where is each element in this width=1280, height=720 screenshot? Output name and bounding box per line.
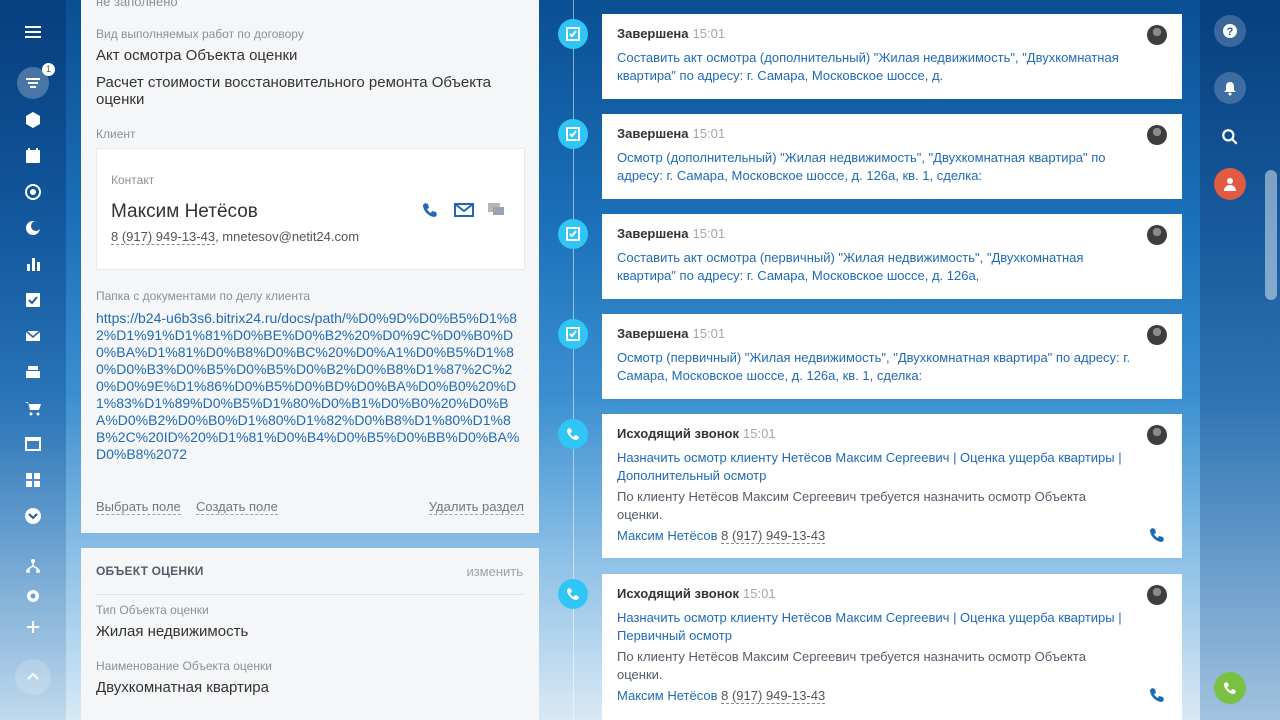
contact-name[interactable]: Максим Нетёсов	[111, 201, 258, 223]
menu-icon[interactable]	[21, 20, 45, 44]
item-contact: Максим Нетёсов 8 (917) 949-13-43	[617, 528, 826, 544]
notification-badge: 1	[41, 63, 55, 76]
contact-phone[interactable]: 8 (917) 949-13-43	[721, 528, 826, 544]
task-done-icon	[558, 219, 588, 249]
call-icon	[558, 419, 588, 449]
object-name-label: Наименование Объекта оценки	[96, 659, 272, 673]
phone-icon[interactable]	[1148, 526, 1166, 544]
call-icon[interactable]	[421, 201, 439, 219]
arrow-up-icon[interactable]	[15, 659, 51, 695]
avatar[interactable]	[1147, 425, 1167, 445]
checkbox-icon[interactable]	[21, 288, 45, 312]
contact-link[interactable]: Максим Нетёсов	[617, 528, 718, 543]
left-sidebar: 1	[0, 0, 66, 720]
divider	[96, 594, 524, 595]
timeline-item: Завершена 15:01 Осмотр (первичный) "Жилая…	[602, 314, 1182, 399]
timeline-item: Исходящий звонок 15:01 Назначить осмотр к…	[602, 414, 1182, 558]
client-label: Клиент	[96, 127, 136, 141]
contact-label: Контакт	[111, 173, 155, 187]
grid-icon[interactable]	[21, 468, 45, 492]
item-contact: Максим Нетёсов 8 (917) 949-13-43	[617, 688, 826, 704]
object-type-value: Жилая недвижимость	[96, 623, 249, 640]
inbox-icon[interactable]	[21, 360, 45, 384]
delete-section-button[interactable]: Удалить раздел	[428, 499, 524, 515]
item-title-link[interactable]: Составить акт осмотра (первичный) "Жилая…	[617, 249, 1137, 285]
item-description: По клиенту Нетёсов Максим Сергеевич треб…	[617, 489, 1086, 522]
target-icon[interactable]	[21, 180, 45, 204]
mail-icon[interactable]	[21, 324, 45, 348]
calendar-icon[interactable]	[21, 144, 45, 168]
item-description: По клиенту Нетёсов Максим Сергеевич треб…	[617, 649, 1086, 682]
gear-icon[interactable]	[21, 584, 45, 608]
avatar[interactable]	[1147, 125, 1167, 145]
phone-call-icon[interactable]	[1214, 672, 1246, 704]
create-field-button[interactable]: Создать поле	[196, 499, 278, 515]
item-title-link[interactable]: Осмотр (дополнительный) "Жилая недвижимо…	[617, 149, 1137, 185]
contact-card: Контакт Максим Нетёсов 8 (917) 949-13-43…	[96, 148, 525, 270]
chat-icon[interactable]	[487, 202, 505, 218]
chevron-down-icon[interactable]	[21, 504, 45, 528]
section-edit-button[interactable]: изменить	[466, 564, 523, 579]
contact-details: 8 (917) 949-13-43, mnetesov@netit24.com	[111, 229, 359, 245]
folder-label: Папка с документами по делу клиента	[96, 289, 310, 303]
avatar[interactable]	[1147, 225, 1167, 245]
contact-phone[interactable]: 8 (917) 949-13-43	[721, 688, 826, 704]
item-header: Завершена 15:01	[617, 126, 726, 141]
help-icon[interactable]: ?	[1214, 15, 1246, 47]
item-header: Завершена 15:01	[617, 26, 726, 41]
call-icon	[558, 579, 588, 609]
work-type-label: Вид выполняемых работ по договору	[96, 27, 304, 41]
bell-icon[interactable]	[1214, 72, 1246, 104]
user-avatar-icon[interactable]	[1214, 168, 1246, 200]
item-title-link[interactable]: Назначить осмотр клиенту Нетёсов Максим …	[617, 449, 1137, 485]
mail-icon[interactable]	[454, 203, 474, 217]
folder-url-link[interactable]: https://b24-u6b3s6.bitrix24.ru/docs/path…	[96, 310, 526, 463]
avatar[interactable]	[1147, 325, 1167, 345]
item-title-link[interactable]: Назначить осмотр клиенту Нетёсов Максим …	[617, 609, 1137, 645]
task-done-icon	[558, 19, 588, 49]
phone-icon[interactable]	[1148, 686, 1166, 704]
avatar[interactable]	[1147, 25, 1167, 45]
timeline-item: Исходящий звонок 15:01 Назначить осмотр к…	[602, 574, 1182, 720]
timeline-item: Завершена 15:01 Составить акт осмотра (пе…	[602, 214, 1182, 299]
item-title-link[interactable]: Составить акт осмотра (дополнительный) "…	[617, 49, 1137, 85]
timeline-item: Завершена 15:01 Составить акт осмотра (до…	[602, 14, 1182, 99]
sitemap-icon[interactable]	[21, 554, 45, 578]
plus-icon[interactable]	[21, 615, 45, 639]
item-header: Завершена 15:01	[617, 226, 726, 241]
box-icon[interactable]	[21, 108, 45, 132]
contact-link[interactable]: Максим Нетёсов	[617, 688, 718, 703]
moon-icon[interactable]	[21, 216, 45, 240]
object-type-label: Тип Объекта оценки	[96, 603, 209, 617]
deal-fields-panel: не заполнено Вид выполняемых работ по до…	[81, 0, 539, 533]
timeline-item: Завершена 15:01 Осмотр (дополнительный) "…	[602, 114, 1182, 199]
item-title-link[interactable]: Осмотр (первичный) "Жилая недвижимость",…	[617, 349, 1137, 385]
work-type-value-2: Расчет стоимости восстановительного ремо…	[96, 74, 492, 108]
contact-email[interactable]: , mnetesov@netit24.com	[215, 229, 359, 244]
filter-icon[interactable]: 1	[17, 63, 55, 99]
work-type-value-1: Акт осмотра Объекта оценки	[96, 47, 298, 64]
section-title: ОБЪЕКТ ОЦЕНКИ	[96, 564, 204, 578]
timeline-line	[573, 0, 574, 720]
task-done-icon	[558, 319, 588, 349]
scrollbar[interactable]	[1265, 170, 1277, 300]
item-header: Исходящий звонок 15:01	[617, 586, 776, 601]
search-icon[interactable]	[1214, 121, 1246, 153]
object-name-value: Двухкомнатная квартира	[96, 679, 269, 696]
object-section: ОБЪЕКТ ОЦЕНКИ изменить Тип Объекта оценк…	[81, 548, 539, 720]
avatar[interactable]	[1147, 585, 1167, 605]
cut-field-value: не заполнено	[96, 0, 178, 9]
task-done-icon	[558, 119, 588, 149]
chart-icon[interactable]	[21, 252, 45, 276]
item-header: Исходящий звонок 15:01	[617, 426, 776, 441]
window-icon[interactable]	[21, 432, 45, 456]
contact-phone[interactable]: 8 (917) 949-13-43	[111, 229, 216, 245]
right-sidebar	[1200, 0, 1280, 720]
svg-text:?: ?	[1227, 26, 1234, 38]
choose-field-button[interactable]: Выбрать поле	[96, 499, 181, 515]
cart-icon[interactable]	[21, 396, 45, 420]
item-header: Завершена 15:01	[617, 326, 726, 341]
